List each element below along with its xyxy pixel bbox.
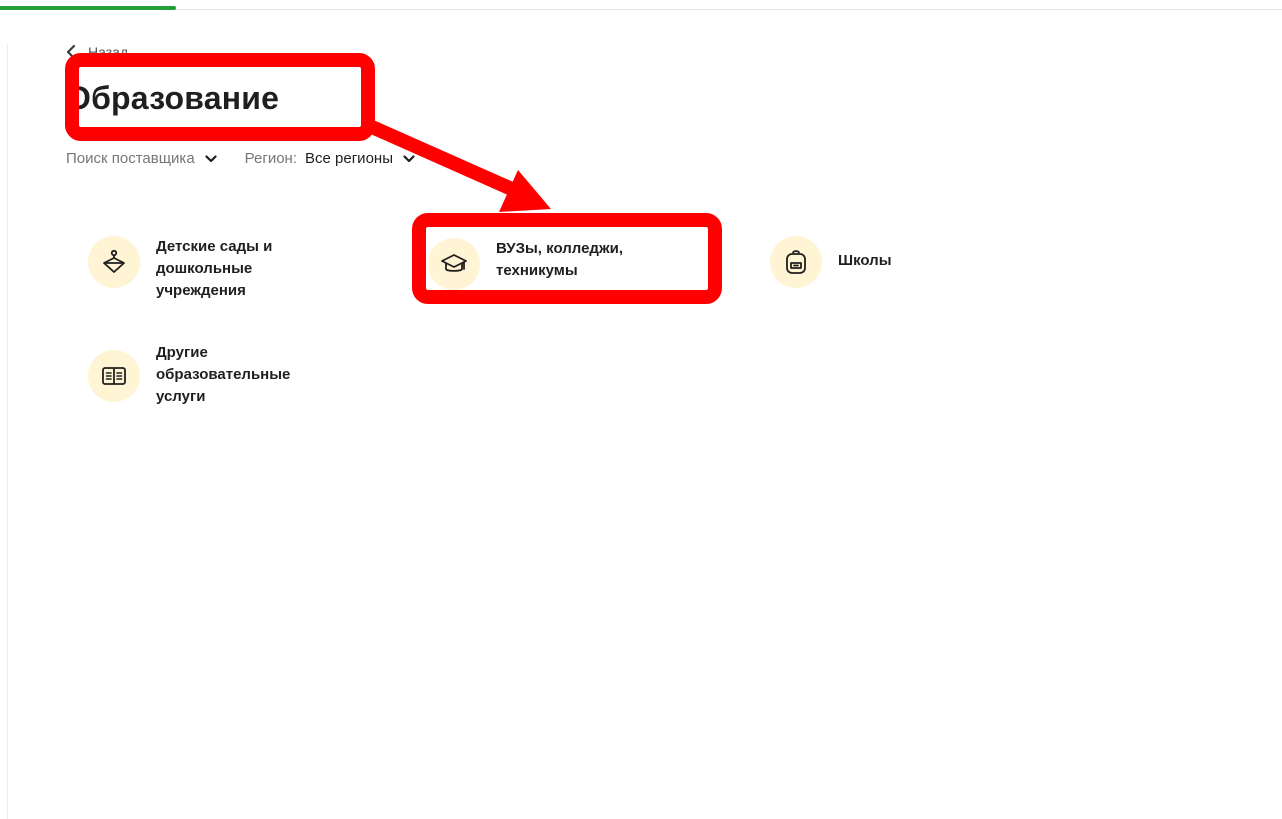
backpack-icon [786, 250, 806, 274]
category-label: ВУЗы, колледжи, техникумы [496, 240, 623, 279]
category-other-education[interactable]: Другие образовательные услуги [88, 342, 290, 408]
category-label: Другие образовательные услуги [156, 344, 291, 405]
content-left-border [7, 44, 8, 819]
chevron-down-icon [205, 154, 217, 162]
header-divider [0, 9, 1282, 10]
chevron-down-icon [403, 154, 415, 162]
category-label: Детские сады и дошкольные учреждения [156, 238, 273, 299]
category-kindergartens[interactable]: Детские сады и дошкольные учреждения [88, 236, 272, 302]
chevron-left-icon [67, 45, 75, 59]
category-icon-wrap [88, 350, 140, 402]
category-icon-wrap [770, 236, 822, 288]
annotation-arrow [369, 120, 551, 212]
category-schools[interactable]: Школы [770, 236, 892, 288]
back-link[interactable]: Назад [66, 44, 128, 60]
category-icon-wrap [428, 238, 480, 290]
category-universities[interactable]: ВУЗы, колледжи, техникумы [428, 238, 623, 290]
region-label: Регион: [244, 150, 298, 167]
category-icon-wrap [88, 236, 140, 288]
open-book-icon [102, 367, 126, 385]
active-tab-indicator [0, 6, 176, 10]
page-title: Образование [66, 80, 280, 116]
filters-bar: Поиск поставщика Регион: Все регионы [66, 150, 415, 167]
region-dropdown[interactable]: Регион: Все регионы [245, 150, 415, 167]
page: Назад Образование Поиск поставщика Регио… [0, 0, 1282, 819]
category-label: Школы [838, 252, 892, 269]
supplier-search-label: Поиск поставщика [66, 150, 195, 167]
region-value: Все регионы [305, 150, 393, 167]
spinning-top-icon [103, 249, 125, 273]
back-link-label: Назад [88, 44, 129, 60]
graduation-cap-icon [441, 254, 467, 272]
supplier-search-dropdown[interactable]: Поиск поставщика [66, 150, 217, 167]
